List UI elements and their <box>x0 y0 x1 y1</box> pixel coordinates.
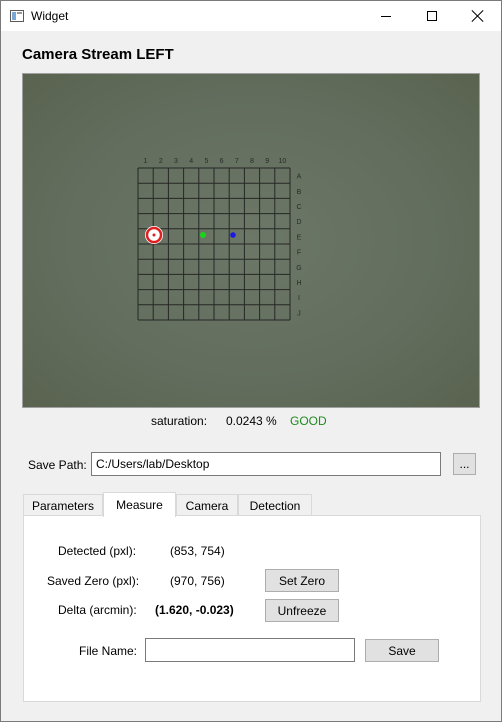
grid-column-label: 7 <box>235 158 239 165</box>
title-bar[interactable]: Widget <box>1 1 501 31</box>
save-path-label: Save Path: <box>28 458 87 472</box>
file-name-input[interactable] <box>145 638 355 662</box>
page-title: Camera Stream LEFT <box>22 46 174 63</box>
measure-panel: Detected (pxl): (853, 754) Saved Zero (p… <box>23 515 481 702</box>
app-window: Widget Camera Stream LEFT 1 2 3 4 5 6 7 8 9 10 A B… <box>0 0 502 722</box>
browse-button[interactable]: ... <box>453 453 476 475</box>
minimize-icon <box>381 15 391 17</box>
tab-measure[interactable]: Measure <box>103 492 176 517</box>
file-name-label: File Name: <box>79 644 138 658</box>
grid-column-labels: 1 2 3 4 5 6 7 8 9 10 <box>144 158 287 165</box>
tab-detection[interactable]: Detection <box>238 494 312 516</box>
maximize-button[interactable] <box>409 1 455 31</box>
saturation-status: GOOD <box>290 414 327 428</box>
grid-column-label: 4 <box>189 158 193 165</box>
grid-column-label: 5 <box>204 158 208 165</box>
blue-reference-dot <box>230 232 236 238</box>
grid-row-label: B <box>297 189 302 196</box>
grid-column-label: 3 <box>174 158 178 165</box>
green-reference-dot <box>200 232 206 238</box>
save-button[interactable]: Save <box>365 639 439 662</box>
grid-row-label: F <box>297 250 301 257</box>
detected-value: (853, 754) <box>170 544 225 558</box>
grid-row-label: G <box>296 265 301 272</box>
set-zero-button[interactable]: Set Zero <box>265 569 339 592</box>
grid-row-label: I <box>298 295 300 302</box>
calibration-grid <box>137 167 291 321</box>
saturation-label: saturation: <box>151 414 208 428</box>
grid-column-label: 6 <box>220 158 224 165</box>
window-title: Widget <box>31 9 69 23</box>
detected-label: Detected (pxl): <box>58 544 137 558</box>
grid-column-label: 2 <box>159 158 163 165</box>
app-window-icon <box>10 10 24 22</box>
grid-column-label: 10 <box>279 158 287 165</box>
grid-column-label: 8 <box>250 158 254 165</box>
grid-column-label: 1 <box>144 158 148 165</box>
grid-row-label: D <box>296 219 301 226</box>
grid-row-label: J <box>297 310 301 317</box>
grid-row-label: A <box>297 174 302 181</box>
delta-value: (1.620, -0.023) <box>155 603 234 617</box>
grid-column-label: 9 <box>265 158 269 165</box>
close-button[interactable] <box>455 1 501 31</box>
saved-zero-label: Saved Zero (pxl): <box>47 574 140 588</box>
saved-zero-value: (970, 756) <box>170 574 225 588</box>
close-icon <box>472 10 484 22</box>
delta-label: Delta (arcmin): <box>58 603 137 617</box>
grid-row-label: H <box>296 280 301 287</box>
detected-target-marker <box>145 226 163 244</box>
grid-row-labels: A B C D E F G H I J <box>296 174 301 318</box>
camera-frame-drawing: 1 2 3 4 5 6 7 8 9 10 A B C D E F G H I J <box>137 158 302 321</box>
tab-parameters[interactable]: Parameters <box>23 494 103 516</box>
grid-row-label: E <box>297 234 302 241</box>
maximize-icon <box>427 11 437 21</box>
minimize-button[interactable] <box>363 1 409 31</box>
grid-row-label: C <box>296 204 301 211</box>
tab-camera[interactable]: Camera <box>176 494 238 516</box>
unfreeze-button[interactable]: Unfreeze <box>265 599 339 622</box>
saturation-value: 0.0243 % <box>226 414 277 428</box>
camera-stream-view: 1 2 3 4 5 6 7 8 9 10 A B C D E F G H I J <box>22 73 480 408</box>
save-path-input[interactable] <box>91 452 441 476</box>
